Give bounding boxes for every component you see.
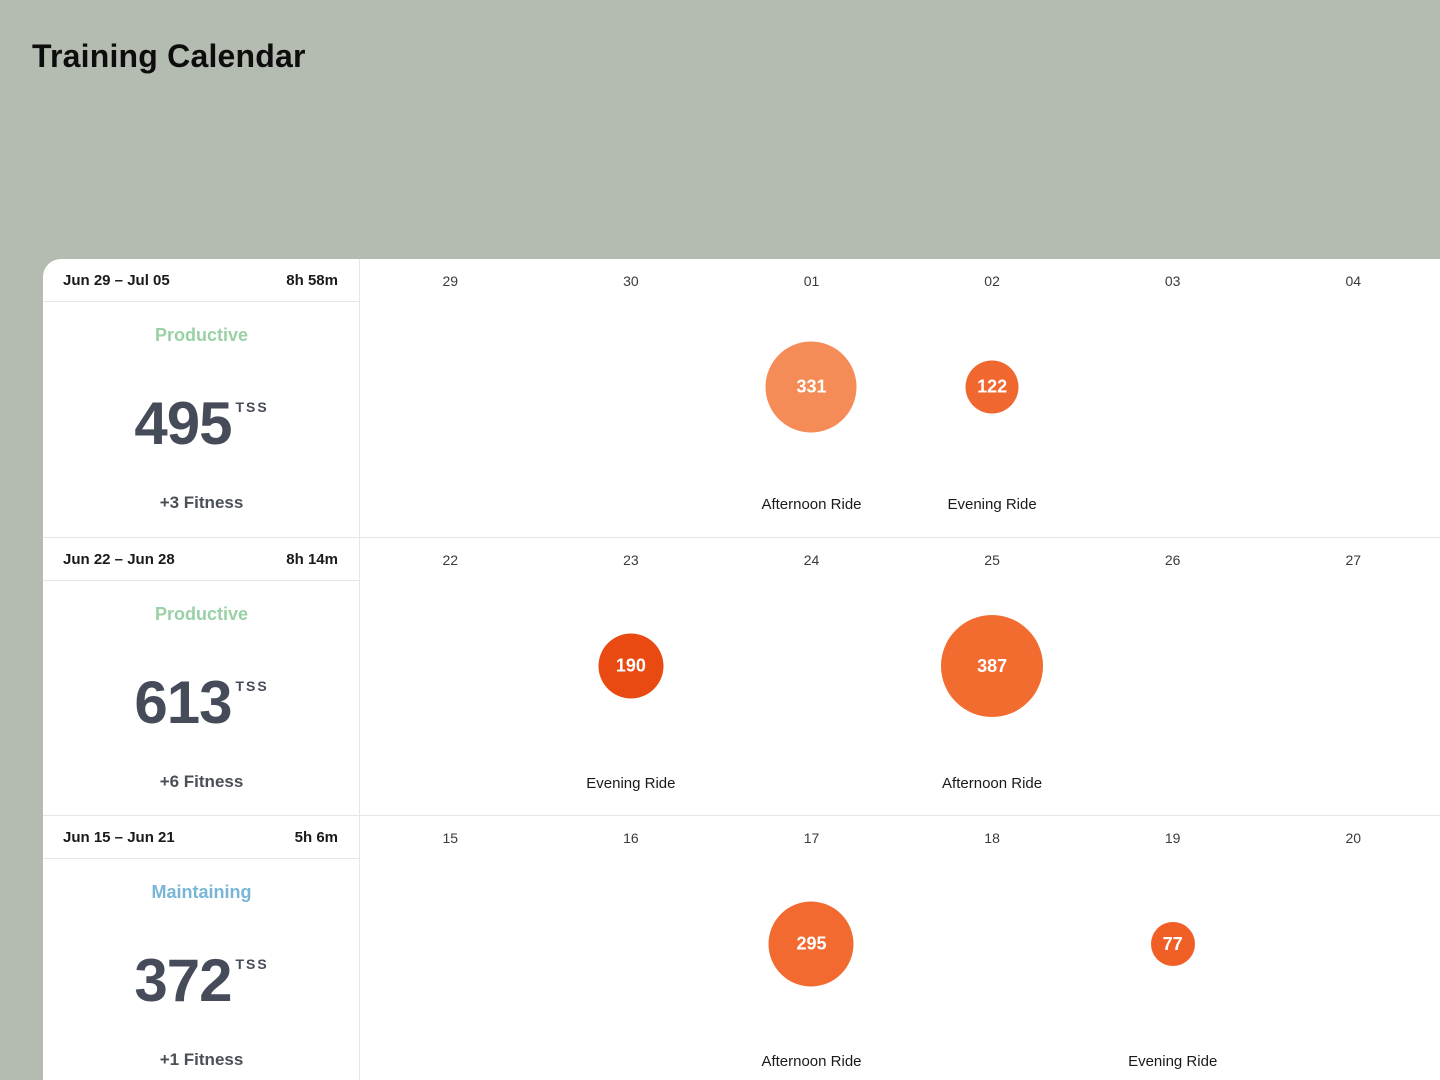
activity-name[interactable]: Evening Ride — [1082, 1053, 1263, 1070]
week-summary-header: Jun 22 – Jun 28 8h 14m — [43, 538, 359, 581]
fitness-change: +1 Fitness — [159, 1050, 244, 1069]
day-cell[interactable]: 16 — [541, 816, 722, 1080]
day-number: 18 — [984, 830, 1000, 846]
day-number: 24 — [803, 552, 820, 568]
week-days: 29 30 01 331 Afternoon Ride 02 122 Evening Ride… — [360, 259, 1440, 537]
day-cell[interactable]: 18 — [902, 816, 1083, 1080]
activity-tss-bubble[interactable]: 77 — [1150, 922, 1195, 966]
week-days: 22 23 190 Evening Ride 24 25 387 Afternoon Ride… — [360, 538, 1440, 815]
page-title: Training Calendar — [32, 38, 306, 74]
activity-name[interactable]: Afternoon Ride — [721, 496, 902, 513]
week-row: Jun 22 – Jun 28 8h 14m Productive 613 TSS +6 … — [43, 537, 1440, 815]
activity-tss-bubble[interactable]: 387 — [941, 615, 1044, 717]
activity-name[interactable]: Afternoon Ride — [902, 775, 1083, 792]
day-cell[interactable]: 03 — [1082, 259, 1263, 537]
day-number: 27 — [1345, 552, 1362, 568]
day-cell[interactable]: 22 — [360, 538, 541, 815]
day-number: 02 — [984, 273, 1000, 289]
day-cell[interactable]: 15 — [360, 816, 541, 1080]
tss-unit-label: TSS — [235, 956, 269, 972]
day-number: 19 — [1164, 830, 1181, 846]
day-number: 16 — [623, 830, 639, 846]
day-number: 30 — [623, 273, 639, 289]
day-cell[interactable]: 02 122 Evening Ride — [902, 259, 1083, 537]
day-number: 01 — [803, 273, 820, 289]
week-duration: 8h 58m — [286, 271, 338, 289]
day-number: 03 — [1164, 273, 1181, 289]
week-summary[interactable]: Jun 15 – Jun 21 5h 6m Maintaining 372 TSS +1 … — [43, 816, 360, 1080]
tss-value: 372 — [134, 947, 232, 1014]
day-number: 04 — [1345, 273, 1362, 289]
week-tss: 613 TSS — [43, 668, 360, 737]
week-summary[interactable]: Jun 22 – Jun 28 8h 14m Productive 613 TSS +6 … — [43, 538, 360, 815]
day-cell[interactable]: 17 295 Afternoon Ride — [721, 816, 902, 1080]
training-calendar: Jun 29 – Jul 05 8h 58m Productive 495 TSS +3 … — [43, 259, 1440, 1080]
day-cell[interactable]: 20 — [1263, 816, 1440, 1080]
day-number: 29 — [442, 273, 459, 289]
week-row: Jun 29 – Jul 05 8h 58m Productive 495 TSS +3 … — [43, 259, 1440, 537]
day-cell[interactable]: 24 — [721, 538, 902, 815]
week-days: 15 16 17 295 Afternoon Ride 18 19 77 Evening Rid… — [360, 816, 1440, 1080]
fitness-change: +6 Fitness — [159, 772, 244, 791]
week-date-range: Jun 22 – Jun 28 — [63, 550, 175, 568]
activity-name[interactable]: Evening Ride — [902, 496, 1083, 513]
week-tss: 372 TSS — [43, 946, 360, 1015]
week-summary-header: Jun 15 – Jun 21 5h 6m — [43, 816, 359, 859]
day-number: 23 — [623, 552, 639, 568]
day-cell[interactable]: 30 — [541, 259, 722, 537]
day-cell[interactable]: 19 77 Evening Ride — [1082, 816, 1263, 1080]
week-duration: 8h 14m — [286, 550, 338, 568]
day-cell[interactable]: 27 — [1263, 538, 1440, 815]
day-number: 17 — [803, 830, 820, 846]
training-status: Productive — [154, 325, 249, 345]
activity-tss-bubble[interactable]: 122 — [965, 360, 1019, 414]
day-number: 25 — [984, 552, 1000, 568]
week-duration: 5h 6m — [294, 828, 338, 846]
day-cell[interactable]: 29 — [360, 259, 541, 537]
day-cell[interactable]: 01 331 Afternoon Ride — [721, 259, 902, 537]
activity-tss-bubble[interactable]: 190 — [598, 633, 664, 699]
day-number: 26 — [1164, 552, 1181, 568]
week-summary-header: Jun 29 – Jul 05 8h 58m — [43, 259, 359, 302]
week-summary[interactable]: Jun 29 – Jul 05 8h 58m Productive 495 TSS +3 … — [43, 259, 360, 537]
week-date-range: Jun 15 – Jun 21 — [63, 828, 175, 846]
day-cell[interactable]: 26 — [1082, 538, 1263, 815]
day-number: 20 — [1345, 830, 1362, 846]
activity-tss-bubble[interactable]: 331 — [765, 341, 857, 433]
week-tss: 495 TSS — [43, 389, 360, 458]
training-status: Maintaining — [151, 882, 252, 902]
day-cell[interactable]: 04 — [1263, 259, 1440, 537]
day-cell[interactable]: 25 387 Afternoon Ride — [902, 538, 1083, 815]
day-number: 15 — [442, 830, 459, 846]
tss-unit-label: TSS — [235, 678, 269, 694]
week-date-range: Jun 29 – Jul 05 — [63, 271, 170, 289]
week-row: Jun 15 – Jun 21 5h 6m Maintaining 372 TSS +1 … — [43, 815, 1440, 1080]
tss-unit-label: TSS — [235, 399, 269, 415]
tss-value: 613 — [134, 669, 232, 736]
activity-name[interactable]: Evening Ride — [541, 775, 722, 792]
activity-name[interactable]: Afternoon Ride — [721, 1053, 902, 1070]
fitness-change: +3 Fitness — [159, 493, 244, 512]
activity-tss-bubble[interactable]: 295 — [768, 901, 854, 987]
day-cell[interactable]: 23 190 Evening Ride — [541, 538, 722, 815]
tss-value: 495 — [134, 390, 232, 457]
day-number: 22 — [442, 552, 459, 568]
training-status: Productive — [154, 604, 249, 624]
